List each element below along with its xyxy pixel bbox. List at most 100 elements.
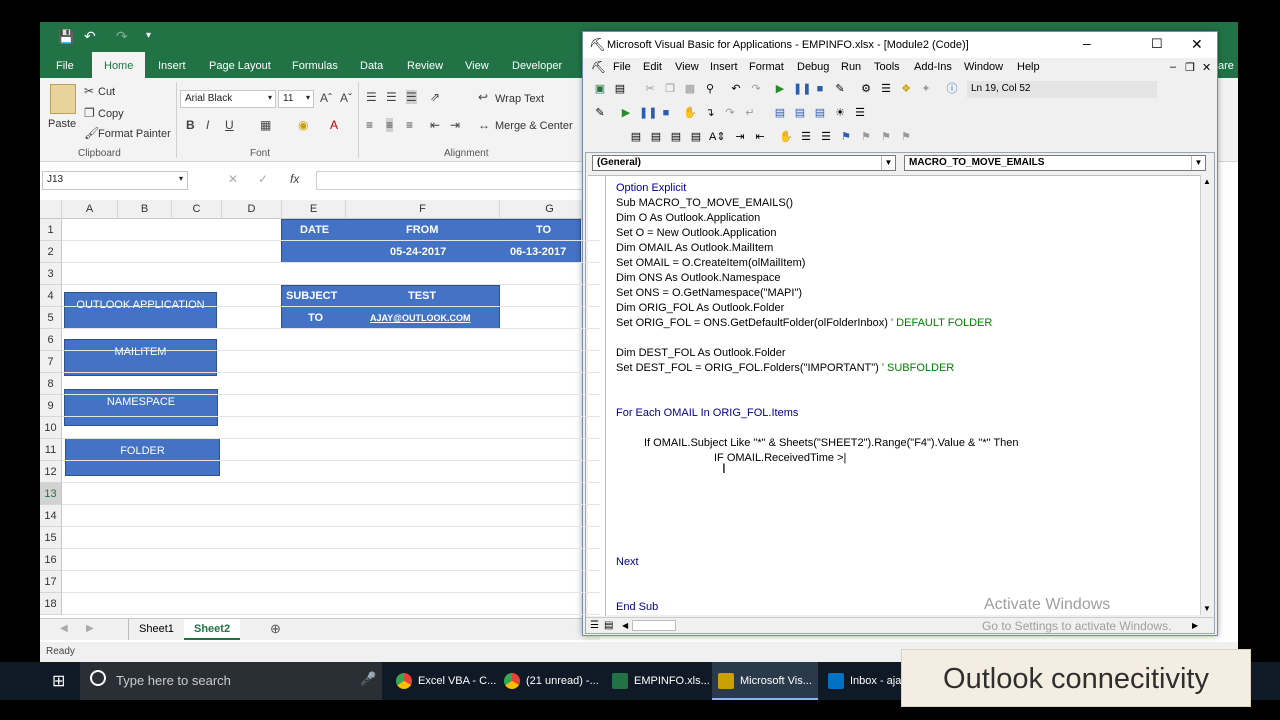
menu-view[interactable]: View	[675, 61, 699, 73]
scroll-right-icon[interactable]: ▶	[1192, 621, 1198, 630]
select-all-corner[interactable]	[40, 200, 62, 219]
column-header[interactable]: E	[282, 200, 346, 219]
decrease-font-icon[interactable]: Aˇ	[340, 91, 352, 105]
toggle-breakpoint-icon[interactable]: ✋	[779, 130, 793, 144]
menu-window[interactable]: Window	[964, 61, 1003, 73]
taskbar-search[interactable]: Type here to search 🎤	[80, 662, 382, 700]
align-center-icon[interactable]: ≡	[386, 118, 394, 132]
prev-bookmark-icon[interactable]: ⚑	[879, 130, 893, 144]
row-header[interactable]: 5	[40, 307, 62, 329]
menu-insert[interactable]: Insert	[710, 61, 738, 73]
menu-tools[interactable]: Tools	[874, 61, 900, 73]
insert-module-icon[interactable]: ▤	[613, 82, 627, 96]
horizontal-scrollbar[interactable]: ☰ ▤ ◀ Go to Settings to activate Windows…	[586, 617, 1214, 633]
bold-button[interactable]: B	[186, 118, 195, 132]
run-icon[interactable]: ▶	[773, 82, 787, 96]
scroll-thumb[interactable]	[632, 620, 676, 631]
quick-watch-icon[interactable]: ☀	[833, 106, 847, 120]
row-header[interactable]: 11	[40, 439, 62, 461]
font-name-combo[interactable]: Arial Black ▾	[180, 90, 276, 108]
help-icon[interactable]: ⓘ	[945, 82, 959, 96]
underline-button[interactable]: U	[225, 118, 234, 132]
list-constants-icon[interactable]: ▤	[649, 130, 663, 144]
menu-help[interactable]: Help	[1017, 61, 1040, 73]
undo-icon[interactable]: ↶	[729, 82, 743, 96]
code-margin[interactable]	[588, 176, 606, 616]
row-header[interactable]: 13	[40, 483, 62, 505]
sheet-tab-active[interactable]: Sheet2	[184, 619, 241, 640]
doc-close-icon[interactable]: ✕	[1202, 61, 1211, 74]
close-icon[interactable]: ✕	[1191, 36, 1203, 53]
name-box[interactable]: J13 ▾	[42, 171, 188, 190]
tab-file[interactable]: File	[56, 52, 74, 78]
paste-button[interactable]: Paste	[48, 118, 76, 130]
reset-icon[interactable]: ■	[813, 82, 827, 96]
confirm-entry-icon[interactable]: ✓	[258, 172, 268, 186]
align-bottom-icon[interactable]: ☰	[406, 90, 417, 104]
font-color-icon[interactable]: A	[330, 118, 338, 132]
project-explorer-icon[interactable]: ⚙	[859, 82, 873, 96]
comment-block-icon[interactable]: ☰	[799, 130, 813, 144]
align-middle-icon[interactable]: ☰	[386, 90, 397, 104]
run-small-icon[interactable]: ▶	[619, 106, 633, 120]
break-small-icon[interactable]: ❚❚	[639, 106, 657, 120]
row-header[interactable]: 14	[40, 505, 62, 527]
design-mode-icon[interactable]: ✎	[833, 82, 847, 96]
outlook-application-button[interactable]: OUTLOOK APPLICATION	[64, 292, 217, 329]
orientation-icon[interactable]: ⇗	[430, 90, 440, 104]
sheet-tab[interactable]: Sheet1	[128, 619, 184, 640]
step-out-icon[interactable]: ↵	[743, 106, 757, 120]
reset-small-icon[interactable]: ■	[659, 106, 673, 120]
scroll-left-icon[interactable]: ◀	[622, 621, 628, 630]
menu-edit[interactable]: Edit	[643, 61, 662, 73]
procedure-combo[interactable]: MACRO_TO_MOVE_EMAILS ▼	[904, 155, 1206, 171]
paste-icon[interactable]: ▩	[683, 82, 697, 96]
increase-font-icon[interactable]: Aˆ	[320, 91, 332, 105]
tab-data[interactable]: Data	[360, 52, 383, 78]
tab-home[interactable]: Home	[92, 52, 146, 78]
watch-window-icon[interactable]: ▤	[813, 106, 827, 120]
row-header[interactable]: 2	[40, 241, 62, 263]
parameter-info-icon[interactable]: ▤	[689, 130, 703, 144]
customize-qat-icon[interactable]: ▾	[146, 30, 151, 41]
row-header[interactable]: 4	[40, 285, 62, 307]
align-right-icon[interactable]: ≡	[406, 118, 413, 132]
folder-button[interactable]: FOLDER	[65, 438, 220, 476]
fill-color-icon[interactable]: ◉	[298, 118, 308, 132]
italic-button[interactable]: I	[206, 118, 209, 132]
menu-file[interactable]: File	[613, 61, 631, 73]
row-header[interactable]: 1	[40, 219, 62, 241]
tab-page-layout[interactable]: Page Layout	[209, 52, 271, 78]
menu-add-ins[interactable]: Add-Ins	[914, 61, 952, 73]
view-excel-icon[interactable]: ▣	[593, 82, 607, 96]
scroll-down-icon[interactable]: ▼	[1203, 604, 1211, 613]
next-bookmark-icon[interactable]: ⚑	[859, 130, 873, 144]
procedure-view-icon[interactable]: ☰	[590, 620, 599, 631]
row-header[interactable]: 12	[40, 461, 62, 483]
taskbar-app-chrome-2[interactable]: (21 unread) -...	[498, 662, 602, 700]
menu-format[interactable]: Format	[749, 61, 784, 73]
borders-icon[interactable]: ▦	[260, 118, 271, 132]
copy-button[interactable]: Copy	[98, 108, 124, 120]
tab-review[interactable]: Review	[407, 52, 443, 78]
row-header[interactable]: 17	[40, 571, 62, 593]
find-icon[interactable]: ⚲	[703, 82, 717, 96]
align-left-icon[interactable]: ≡	[366, 118, 373, 132]
column-header[interactable]: A	[62, 200, 118, 219]
cancel-entry-icon[interactable]: ✕	[228, 172, 238, 186]
row-header[interactable]: 8	[40, 373, 62, 395]
cut-button[interactable]: Cut	[98, 86, 115, 98]
copy-icon[interactable]: ❐	[663, 82, 677, 96]
formula-input[interactable]	[316, 171, 606, 190]
tab-view[interactable]: View	[465, 52, 489, 78]
row-header[interactable]: 9	[40, 395, 62, 417]
column-header[interactable]: D	[222, 200, 282, 219]
scroll-up-icon[interactable]: ▲	[1203, 177, 1211, 186]
bookmark-icon[interactable]: ⚑	[839, 130, 853, 144]
add-sheet-icon[interactable]: ⊕	[270, 621, 281, 637]
taskbar-app-excel[interactable]: EMPINFO.xls...	[606, 662, 710, 700]
row-header[interactable]: 3	[40, 263, 62, 285]
code-editor[interactable]: Option Explicit Sub MACRO_TO_MOVE_EMAILS…	[588, 175, 1200, 616]
windows-start-icon[interactable]: ⊞	[52, 671, 65, 691]
insert-function-icon[interactable]: fx	[290, 172, 299, 186]
